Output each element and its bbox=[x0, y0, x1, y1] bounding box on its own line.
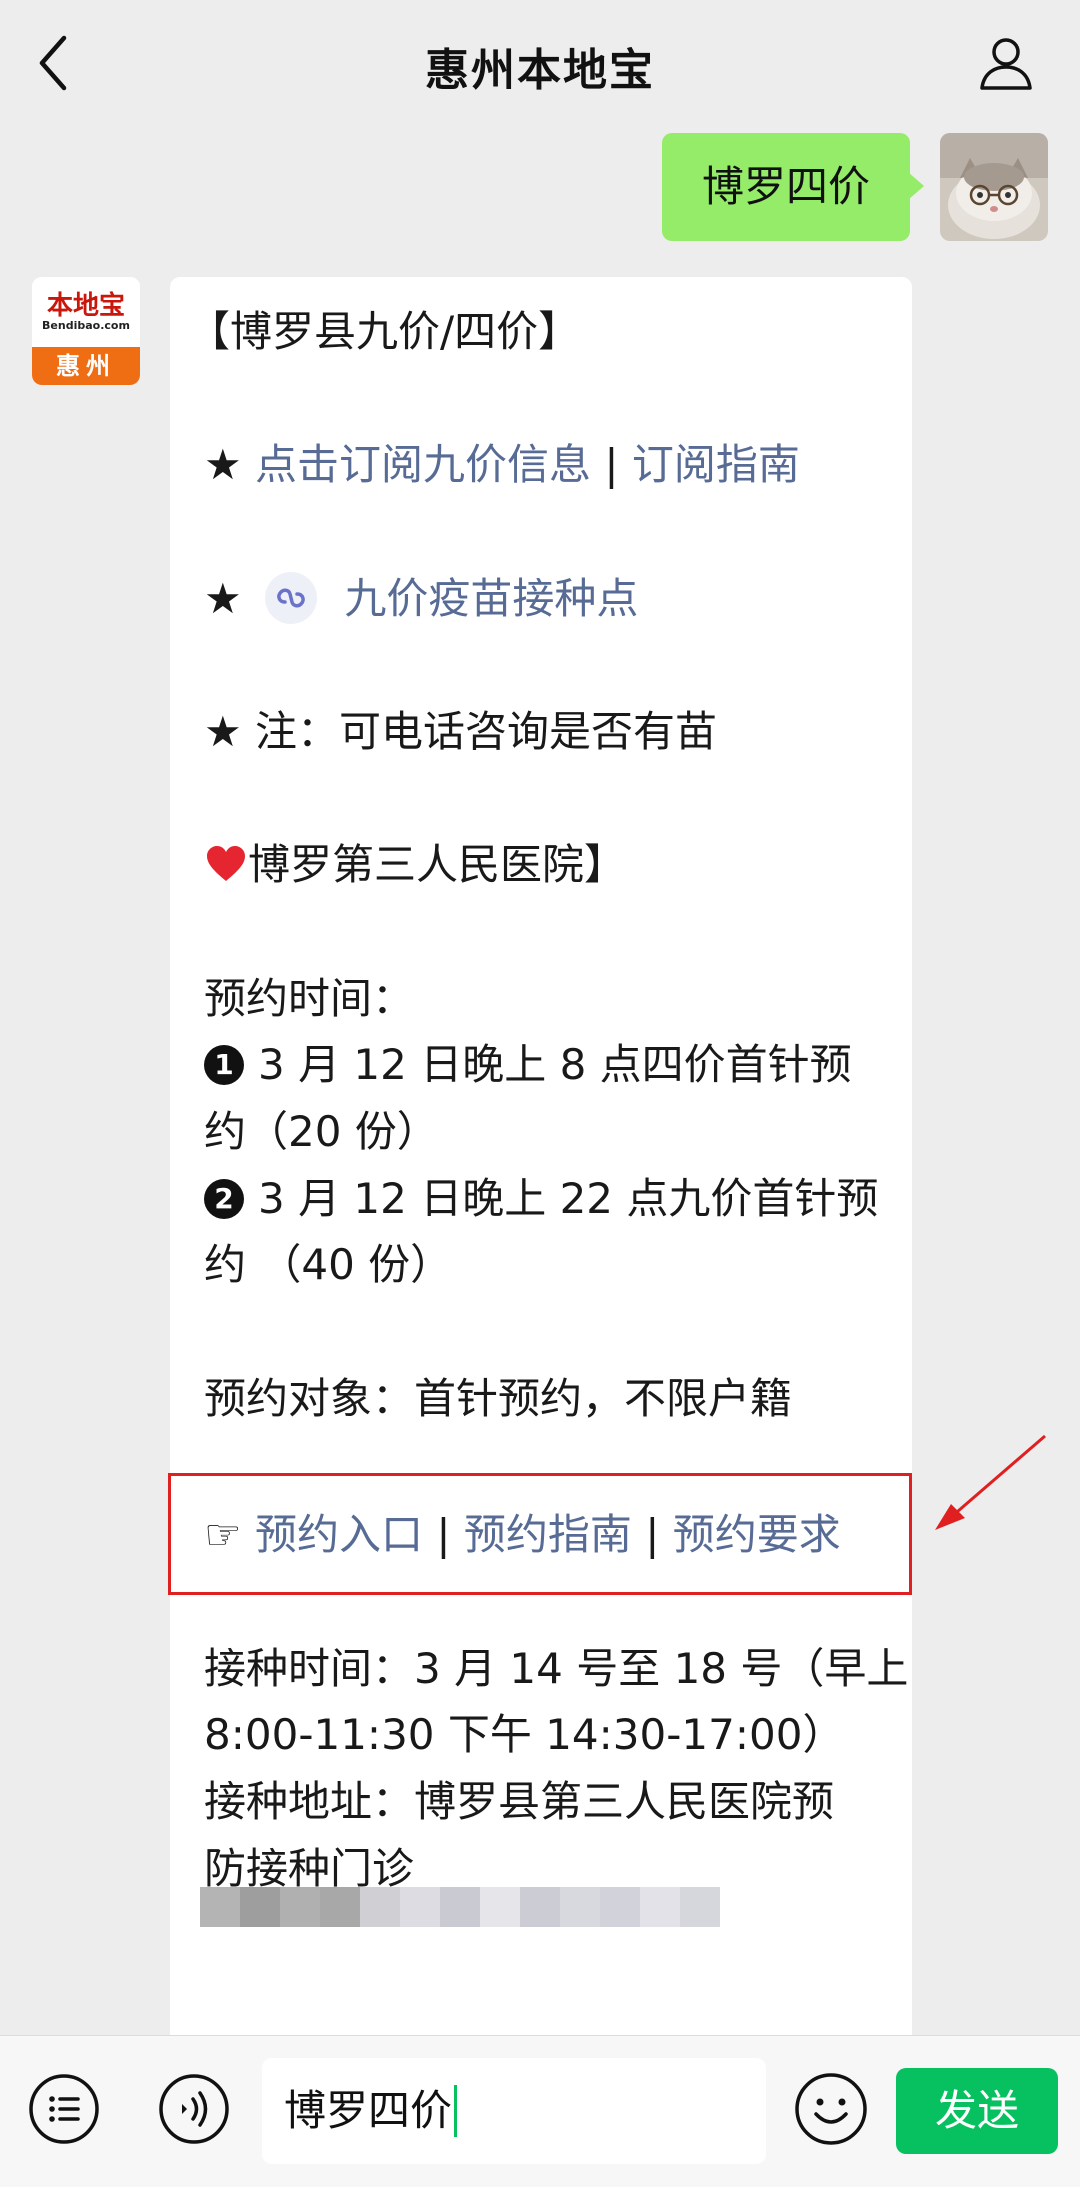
logo-name: 本地宝 bbox=[46, 291, 125, 321]
vaccination-address-line1: 接种地址：博罗县第三人民医院预 bbox=[204, 1777, 835, 1826]
logo-city: 惠州 bbox=[32, 347, 140, 385]
message-title: 【博罗县九价/四价】 bbox=[188, 307, 581, 356]
outgoing-message[interactable]: 博罗四价 bbox=[662, 133, 910, 241]
note-line: ★ 注：可电话咨询是否有苗 bbox=[204, 702, 717, 762]
subscribe-guide-link[interactable]: 订阅指南 bbox=[632, 440, 800, 489]
item2-line2: 约 （40 份） bbox=[204, 1240, 453, 1289]
target-text: 预约对象：首针预约，不限户籍 bbox=[204, 1374, 793, 1423]
chat-title: 惠州本地宝 bbox=[425, 45, 655, 96]
incoming-message: 【博罗县九价/四价】 ★ 点击订阅九价信息 | 订阅指南 ★ 九价疫苗接种点 ★… bbox=[170, 277, 912, 2057]
blurred-text bbox=[200, 1887, 720, 1927]
number-badge-2: 2 bbox=[204, 1178, 244, 1219]
red-arrow-annotation bbox=[935, 1434, 1046, 1530]
menu-icon[interactable] bbox=[28, 2073, 100, 2145]
star-icon: ★ bbox=[204, 707, 242, 756]
text-caret bbox=[454, 2084, 458, 2137]
emoji-icon[interactable] bbox=[794, 2072, 868, 2146]
highlight-box bbox=[168, 1473, 912, 1595]
note-text: 注：可电话咨询是否有苗 bbox=[255, 707, 718, 756]
profile-icon[interactable] bbox=[976, 32, 1036, 92]
send-button[interactable]: 发送 bbox=[896, 2068, 1058, 2154]
item2-line1: 3 月 12 日晚上 22 点九价首针预 bbox=[258, 1174, 879, 1223]
separator: | bbox=[604, 440, 619, 489]
outgoing-bubble-tail bbox=[908, 172, 924, 200]
chat-input-bar: 博罗四价 发送 bbox=[0, 2035, 1080, 2187]
subscribe-line: ★ 点击订阅九价信息 | 订阅指南 bbox=[204, 435, 800, 495]
appointment-item-2: 2 3 月 12 日晚上 22 点九价首针预 bbox=[204, 1169, 878, 1229]
item1-line1: 3 月 12 日晚上 8 点四价首针预 bbox=[258, 1040, 852, 1089]
vaccination-time-line2: 8:00-11:30 下午 14:30-17:00） bbox=[204, 1710, 845, 1759]
appointment-time-label: 预约时间： bbox=[204, 974, 415, 1023]
logo-domain: Bendibao.com bbox=[42, 319, 130, 332]
logo-top: 本地宝 Bendibao.com bbox=[32, 277, 140, 343]
miniprogram-link[interactable]: 九价疫苗接种点 bbox=[344, 574, 638, 623]
chat-header: 惠州本地宝 bbox=[0, 0, 1080, 126]
message-input[interactable]: 博罗四价 bbox=[262, 2058, 766, 2164]
official-account-avatar[interactable]: 本地宝 Bendibao.com 惠州 bbox=[32, 277, 140, 385]
heart-icon bbox=[207, 845, 245, 881]
input-value: 博罗四价 bbox=[284, 2086, 453, 2135]
voice-icon[interactable] bbox=[158, 2073, 230, 2145]
star-icon: ★ bbox=[204, 574, 242, 623]
star-icon: ★ bbox=[204, 440, 242, 489]
subscribe-link[interactable]: 点击订阅九价信息 bbox=[255, 440, 591, 489]
vaccination-time-line1: 接种时间：3 月 14 号至 18 号（早上 bbox=[204, 1644, 909, 1693]
number-badge-1: 1 bbox=[204, 1044, 244, 1085]
item1-line2: 约（20 份） bbox=[204, 1107, 439, 1156]
miniprogram-icon[interactable] bbox=[265, 571, 318, 624]
miniprogram-line: ★ 九价疫苗接种点 bbox=[204, 569, 638, 629]
hospital-line: 博罗第三人民医院】 bbox=[204, 835, 626, 895]
hospital-name: 博罗第三人民医院】 bbox=[248, 840, 627, 889]
user-avatar[interactable] bbox=[940, 133, 1048, 241]
appointment-item-1: 1 3 月 12 日晚上 8 点四价首针预 bbox=[204, 1035, 852, 1095]
